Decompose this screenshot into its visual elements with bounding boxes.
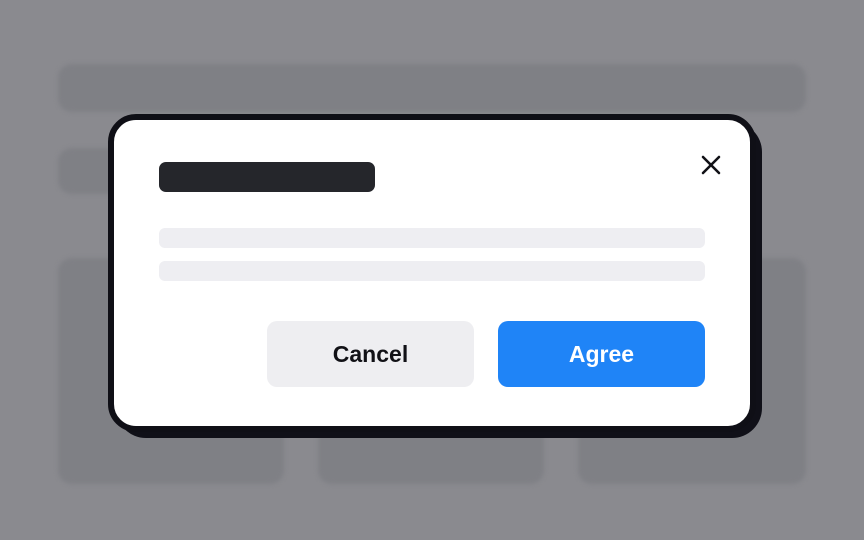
dialog-body-line-placeholder — [159, 261, 705, 281]
modal-dialog: Cancel Agree — [108, 114, 756, 432]
close-button[interactable] — [696, 150, 726, 180]
close-icon — [701, 155, 721, 175]
background-header-placeholder — [58, 64, 806, 112]
agree-button[interactable]: Agree — [498, 321, 705, 387]
dialog-body-line-placeholder — [159, 228, 705, 248]
cancel-button[interactable]: Cancel — [267, 321, 474, 387]
dialog-title-placeholder — [159, 162, 375, 192]
